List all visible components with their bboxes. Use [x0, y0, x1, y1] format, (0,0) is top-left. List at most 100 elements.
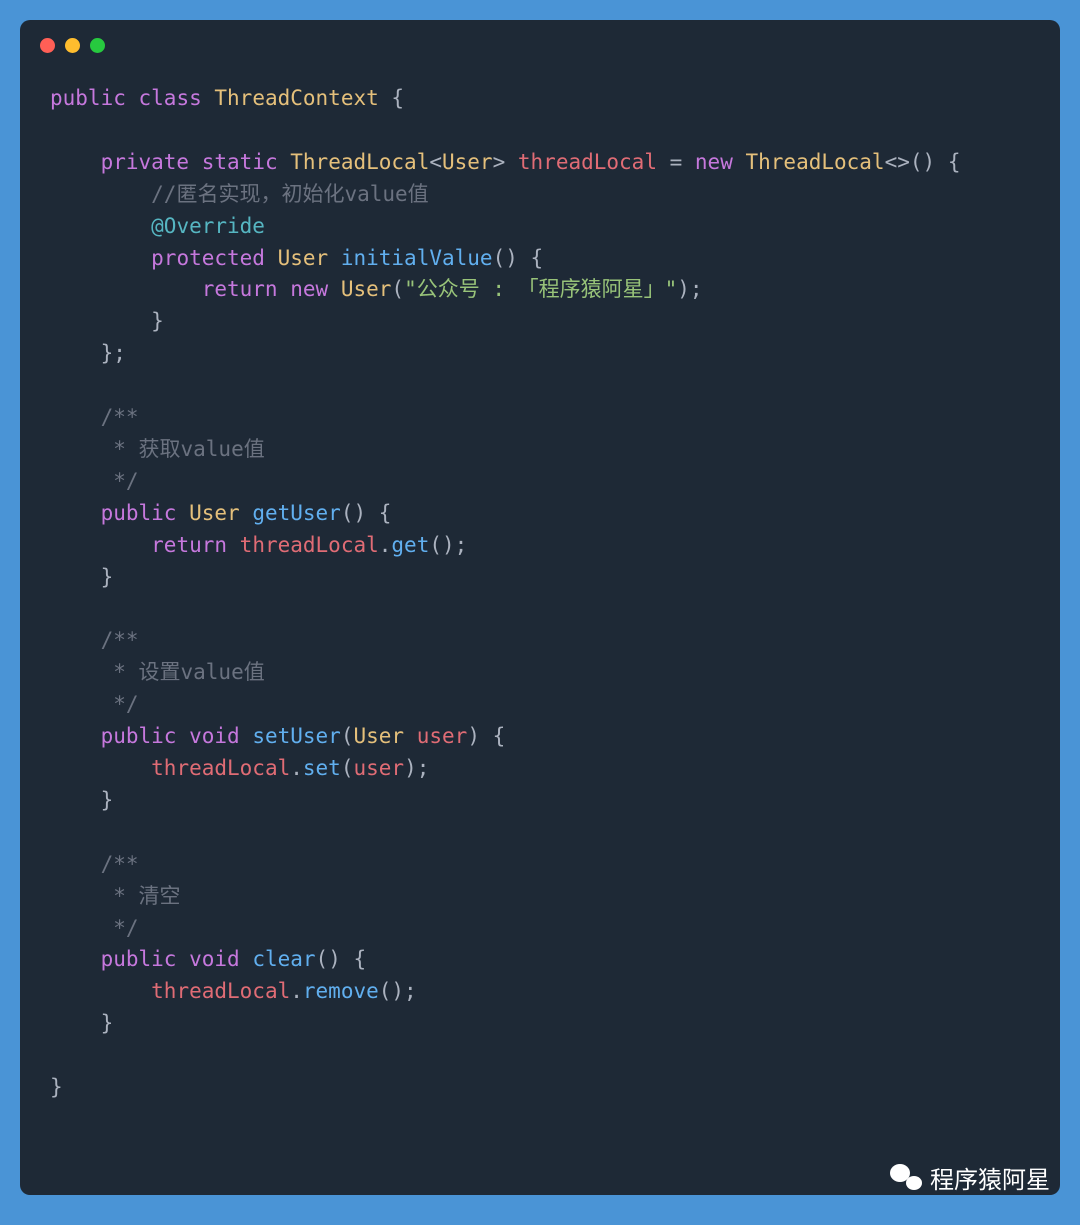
keyword-public: public — [50, 86, 126, 110]
keyword-return: return — [151, 533, 227, 557]
var-threadlocal: threadLocal — [151, 979, 290, 1003]
indent — [50, 979, 151, 1003]
comment-block: /** — [50, 852, 139, 876]
watermark: 程序猿阿星 — [890, 1160, 1050, 1195]
dot: . — [290, 756, 303, 780]
param-name: user — [417, 724, 468, 748]
class-close-brace: } — [50, 1075, 63, 1099]
method-get: get — [391, 533, 429, 557]
paren-open: ( — [341, 756, 354, 780]
brace: { — [935, 150, 960, 174]
indent — [50, 947, 101, 971]
method-remove: remove — [303, 979, 379, 1003]
annotation-override: @Override — [151, 214, 265, 238]
keyword-public: public — [101, 947, 177, 971]
ctor-threadlocal: ThreadLocal — [746, 150, 885, 174]
paren: () — [493, 246, 518, 270]
method-getuser: getUser — [252, 501, 341, 525]
keyword-new: new — [695, 150, 733, 174]
brace: { — [518, 246, 543, 270]
param-type: User — [354, 724, 405, 748]
indent — [50, 277, 202, 301]
keyword-static: static — [202, 150, 278, 174]
comment-block: /** — [50, 628, 139, 652]
indent — [50, 150, 101, 174]
method-initialvalue: initialValue — [341, 246, 493, 270]
keyword-public: public — [101, 724, 177, 748]
brace: { — [341, 947, 366, 971]
comment-clear: * 清空 — [50, 884, 181, 908]
paren: () — [910, 150, 935, 174]
comment-block: */ — [50, 469, 139, 493]
paren-semi: (); — [429, 533, 467, 557]
method-clear: clear — [252, 947, 315, 971]
return-type: User — [189, 501, 240, 525]
paren-open: ( — [341, 724, 354, 748]
keyword-private: private — [101, 150, 190, 174]
type-threadlocal: ThreadLocal — [290, 150, 429, 174]
method-setuser: setUser — [252, 724, 341, 748]
keyword-protected: protected — [151, 246, 265, 270]
brace: { — [366, 501, 391, 525]
paren: () — [316, 947, 341, 971]
class-name: ThreadContext — [214, 86, 378, 110]
arg-user: user — [353, 756, 404, 780]
method-set: set — [303, 756, 341, 780]
comment-anon: //匿名实现，初始化value值 — [151, 182, 429, 206]
generic-close: > — [493, 150, 506, 174]
comment-block: */ — [50, 916, 139, 940]
indent — [50, 501, 101, 525]
brace: } — [50, 788, 113, 812]
indent — [50, 724, 101, 748]
keyword-public: public — [101, 501, 177, 525]
brace: } — [151, 309, 164, 333]
code-window: public class ThreadContext { private sta… — [20, 20, 1060, 1195]
paren-open: ( — [391, 277, 404, 301]
code-editor[interactable]: public class ThreadContext { private sta… — [20, 63, 1060, 1124]
brace-semi: }; — [101, 341, 126, 365]
wechat-icon — [890, 1164, 922, 1192]
brace: } — [50, 565, 113, 589]
comment-set: * 设置value值 — [50, 660, 265, 684]
indent — [50, 182, 151, 206]
window-titlebar — [20, 20, 1060, 63]
generic-open: < — [429, 150, 442, 174]
paren-close: ); — [677, 277, 702, 301]
paren: () — [341, 501, 366, 525]
keyword-new: new — [290, 277, 328, 301]
paren-close: ); — [404, 756, 429, 780]
indent — [50, 246, 151, 270]
indent — [50, 214, 151, 238]
watermark-text: 程序猿阿星 — [930, 1160, 1050, 1195]
comment-block: /** — [50, 405, 139, 429]
type-user: User — [442, 150, 493, 174]
var-threadlocal: threadLocal — [151, 756, 290, 780]
brace: { — [480, 724, 505, 748]
var-threadlocal: threadLocal — [518, 150, 657, 174]
comment-get: * 获取value值 — [50, 437, 265, 461]
indent — [50, 309, 151, 333]
paren-close: ) — [467, 724, 480, 748]
indent — [50, 341, 101, 365]
assign: = — [657, 150, 695, 174]
keyword-void: void — [189, 724, 240, 748]
keyword-return: return — [202, 277, 278, 301]
dot: . — [379, 533, 392, 557]
indent — [50, 756, 151, 780]
brace: { — [379, 86, 404, 110]
window-maximize-button[interactable] — [90, 38, 105, 53]
var-threadlocal: threadLocal — [240, 533, 379, 557]
window-close-button[interactable] — [40, 38, 55, 53]
string-literal: "公众号 : 「程序猿阿星」" — [404, 277, 677, 301]
paren-semi: (); — [379, 979, 417, 1003]
indent — [50, 533, 151, 557]
brace: } — [50, 1011, 113, 1035]
keyword-void: void — [189, 947, 240, 971]
return-type: User — [278, 246, 329, 270]
comment-block: */ — [50, 692, 139, 716]
window-minimize-button[interactable] — [65, 38, 80, 53]
keyword-class: class — [139, 86, 202, 110]
dot: . — [290, 979, 303, 1003]
diamond: <> — [885, 150, 910, 174]
type-user: User — [341, 277, 392, 301]
